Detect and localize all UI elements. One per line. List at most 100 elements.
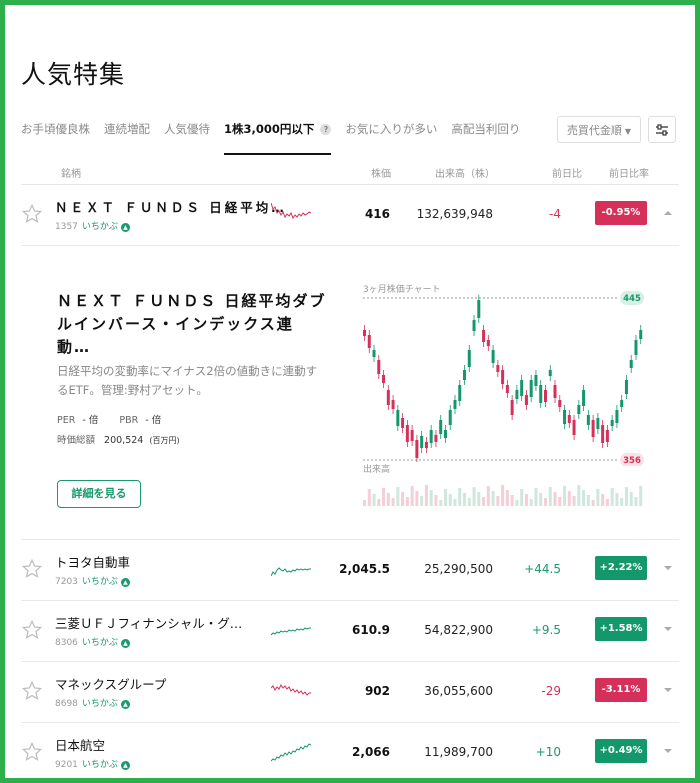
pbr-label: PBR bbox=[119, 415, 139, 426]
volume-bar bbox=[453, 499, 457, 506]
chevron-down-icon[interactable] bbox=[663, 747, 673, 755]
sort-select[interactable]: 売買代金順 ▼ bbox=[557, 116, 641, 143]
stock-code: 1357 bbox=[55, 222, 78, 232]
candle bbox=[510, 400, 514, 415]
tab-consecutive-dividend[interactable]: 連続増配 bbox=[104, 117, 150, 157]
chevron-down-icon[interactable] bbox=[663, 625, 673, 633]
star-icon[interactable] bbox=[21, 680, 43, 702]
volume-bar bbox=[434, 495, 438, 506]
stock-meta: 7203 いちかぶ ▲ bbox=[55, 574, 130, 587]
star-icon[interactable] bbox=[21, 741, 43, 763]
table-row[interactable]: ＮＥＸＴ ＦＵＮＤＳ 日経平均… 1357 いちかぶ ▲ 416 132,639,9… bbox=[21, 185, 679, 246]
candle bbox=[610, 420, 614, 426]
stock-meta: 1357 いちかぶ ▲ bbox=[55, 219, 130, 232]
stock-name[interactable]: マネックスグループ bbox=[55, 674, 166, 693]
filter-button[interactable] bbox=[648, 116, 676, 143]
candle bbox=[515, 390, 519, 399]
col-volume: 出来高（株） bbox=[435, 169, 495, 180]
candle bbox=[605, 430, 609, 442]
stock-price: 2,066 bbox=[352, 745, 390, 759]
page-title: 人気特集 bbox=[21, 60, 126, 89]
stock-name[interactable]: ＮＥＸＴ ＦＵＮＤＳ 日経平均… bbox=[55, 197, 287, 216]
price-chart: 445 356 bbox=[363, 291, 644, 466]
tab-most-favorited[interactable]: お気に入りが多い bbox=[345, 117, 437, 157]
volume-bar bbox=[458, 488, 462, 506]
stock-name[interactable]: 三菱ＵＦＪフィナンシャル・グ… bbox=[55, 613, 242, 632]
tab-under-3000-label: 1株3,000円以下 bbox=[224, 122, 315, 136]
ichikabu-label: いちかぶ bbox=[81, 222, 118, 232]
volume-bar bbox=[467, 498, 471, 506]
candle bbox=[572, 420, 576, 435]
volume-bar bbox=[591, 500, 595, 506]
stock-name[interactable]: トヨタ自動車 bbox=[55, 552, 130, 571]
volume-bar bbox=[572, 496, 576, 506]
volume-bar bbox=[372, 494, 376, 506]
volume-bar bbox=[520, 489, 524, 506]
star-icon[interactable] bbox=[21, 558, 43, 580]
volume-bar bbox=[382, 488, 386, 506]
candle bbox=[491, 350, 495, 363]
help-icon[interactable]: ? bbox=[320, 124, 332, 135]
candle bbox=[477, 300, 481, 318]
market-cap-label: 時価総額 bbox=[57, 435, 96, 446]
detail-market-cap: 時価総額 200,524 (百万円) bbox=[57, 432, 180, 446]
change-pct-badge: -3.11% bbox=[595, 678, 647, 702]
volume-bar bbox=[486, 486, 490, 506]
stock-name[interactable]: 日本航空 bbox=[55, 735, 105, 754]
volume-bar bbox=[524, 494, 528, 506]
col-change: 前日比 bbox=[552, 169, 582, 180]
stock-change: -4 bbox=[549, 207, 561, 221]
stock-volume: 132,639,948 bbox=[416, 207, 493, 221]
volume-bar bbox=[396, 487, 400, 506]
stock-meta: 8306 いちかぶ ▲ bbox=[55, 635, 130, 648]
ichikabu-label: いちかぶ bbox=[81, 699, 118, 709]
stock-change: +10 bbox=[535, 745, 561, 759]
tab-under-3000[interactable]: 1株3,000円以下? bbox=[224, 117, 332, 157]
table-row[interactable]: 三菱ＵＦＪフィナンシャル・グ… 8306 いちかぶ ▲ 610.9 54,822,9… bbox=[21, 601, 679, 662]
stock-price: 416 bbox=[364, 207, 390, 221]
table-row[interactable]: 日本航空 9201 いちかぶ ▲ 2,066 11,989,700 +10 +0.4… bbox=[21, 723, 679, 778]
candle bbox=[367, 335, 371, 348]
tab-high-yield[interactable]: 高配当利回り bbox=[451, 117, 520, 157]
tab-affordable[interactable]: お手頃優良株 bbox=[21, 117, 90, 157]
stock-change: +44.5 bbox=[524, 562, 561, 576]
stock-meta: 9201 いちかぶ ▲ bbox=[55, 757, 130, 770]
col-price: 株価 bbox=[371, 169, 391, 180]
volume-bar bbox=[596, 489, 600, 506]
stock-price: 2,045.5 bbox=[339, 562, 390, 576]
candle bbox=[448, 410, 452, 425]
table-row[interactable]: マネックスグループ 8698 いちかぶ ▲ 902 36,055,600 -29 -… bbox=[21, 662, 679, 723]
candle bbox=[534, 375, 538, 386]
col-name: 銘柄 bbox=[61, 169, 81, 180]
stock-meta: 8698 いちかぶ ▲ bbox=[55, 696, 130, 709]
ichikabu-icon: ▲ bbox=[120, 700, 130, 709]
candle bbox=[439, 420, 443, 434]
volume-chart bbox=[363, 485, 643, 506]
volume-bar bbox=[563, 486, 567, 506]
table-row[interactable]: トヨタ自動車 7203 いちかぶ ▲ 2,045.5 25,290,500 +44.… bbox=[21, 540, 679, 601]
candle bbox=[629, 360, 633, 368]
volume-bar bbox=[491, 491, 495, 506]
chevron-down-icon[interactable] bbox=[663, 686, 673, 694]
star-icon[interactable] bbox=[21, 203, 43, 225]
chevron-down-icon[interactable] bbox=[663, 564, 673, 572]
candle bbox=[496, 365, 500, 372]
tab-popular-perks[interactable]: 人気優待 bbox=[164, 117, 210, 157]
change-pct-badge: +1.58% bbox=[595, 617, 647, 641]
volume-bar bbox=[529, 499, 533, 506]
details-button[interactable]: 詳細を見る bbox=[57, 480, 141, 508]
sparkline bbox=[271, 567, 311, 577]
candle bbox=[415, 440, 419, 458]
candle bbox=[443, 430, 447, 438]
stock-volume: 11,989,700 bbox=[424, 745, 493, 759]
candle bbox=[391, 400, 395, 409]
per-label: PER bbox=[57, 415, 76, 426]
candle bbox=[529, 380, 533, 397]
candle bbox=[567, 415, 571, 423]
candle bbox=[458, 385, 462, 401]
star-icon[interactable] bbox=[21, 619, 43, 641]
chevron-up-icon[interactable] bbox=[663, 209, 673, 217]
volume-title: 出来高 bbox=[363, 465, 391, 475]
ichikabu-icon: ▲ bbox=[120, 639, 130, 648]
sliders-icon bbox=[656, 123, 668, 136]
